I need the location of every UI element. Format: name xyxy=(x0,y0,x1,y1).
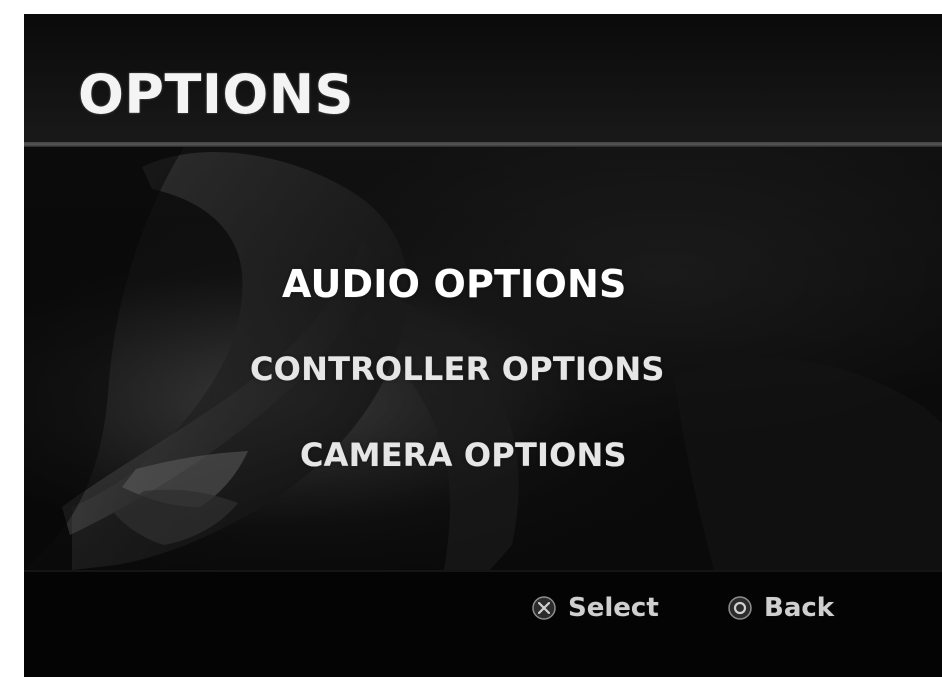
audio-options-item[interactable]: AUDIO OPTIONS xyxy=(282,265,627,303)
background-art: AUDIO OPTIONS CONTROLLER OPTIONS CAMERA … xyxy=(24,147,942,570)
back-hint[interactable]: Back xyxy=(726,594,834,622)
options-screen: OPTIONS AUDIO OPTIONS CONTROLLER OPTIONS… xyxy=(24,14,942,677)
options-menu: AUDIO OPTIONS CONTROLLER OPTIONS CAMERA … xyxy=(24,147,942,570)
screenshot-frame: OPTIONS AUDIO OPTIONS CONTROLLER OPTIONS… xyxy=(0,0,942,677)
circle-button-icon xyxy=(726,594,754,622)
footer-divider xyxy=(24,570,942,572)
select-hint-label: Select xyxy=(568,593,659,623)
header: OPTIONS xyxy=(24,14,942,142)
page-title: OPTIONS xyxy=(78,63,354,126)
footer-bar: Select Back xyxy=(24,570,942,677)
cross-button-icon xyxy=(530,594,558,622)
select-hint[interactable]: Select xyxy=(530,594,659,622)
controller-options-item[interactable]: CONTROLLER OPTIONS xyxy=(250,353,665,385)
camera-options-item[interactable]: CAMERA OPTIONS xyxy=(300,439,627,471)
back-hint-label: Back xyxy=(764,593,835,623)
